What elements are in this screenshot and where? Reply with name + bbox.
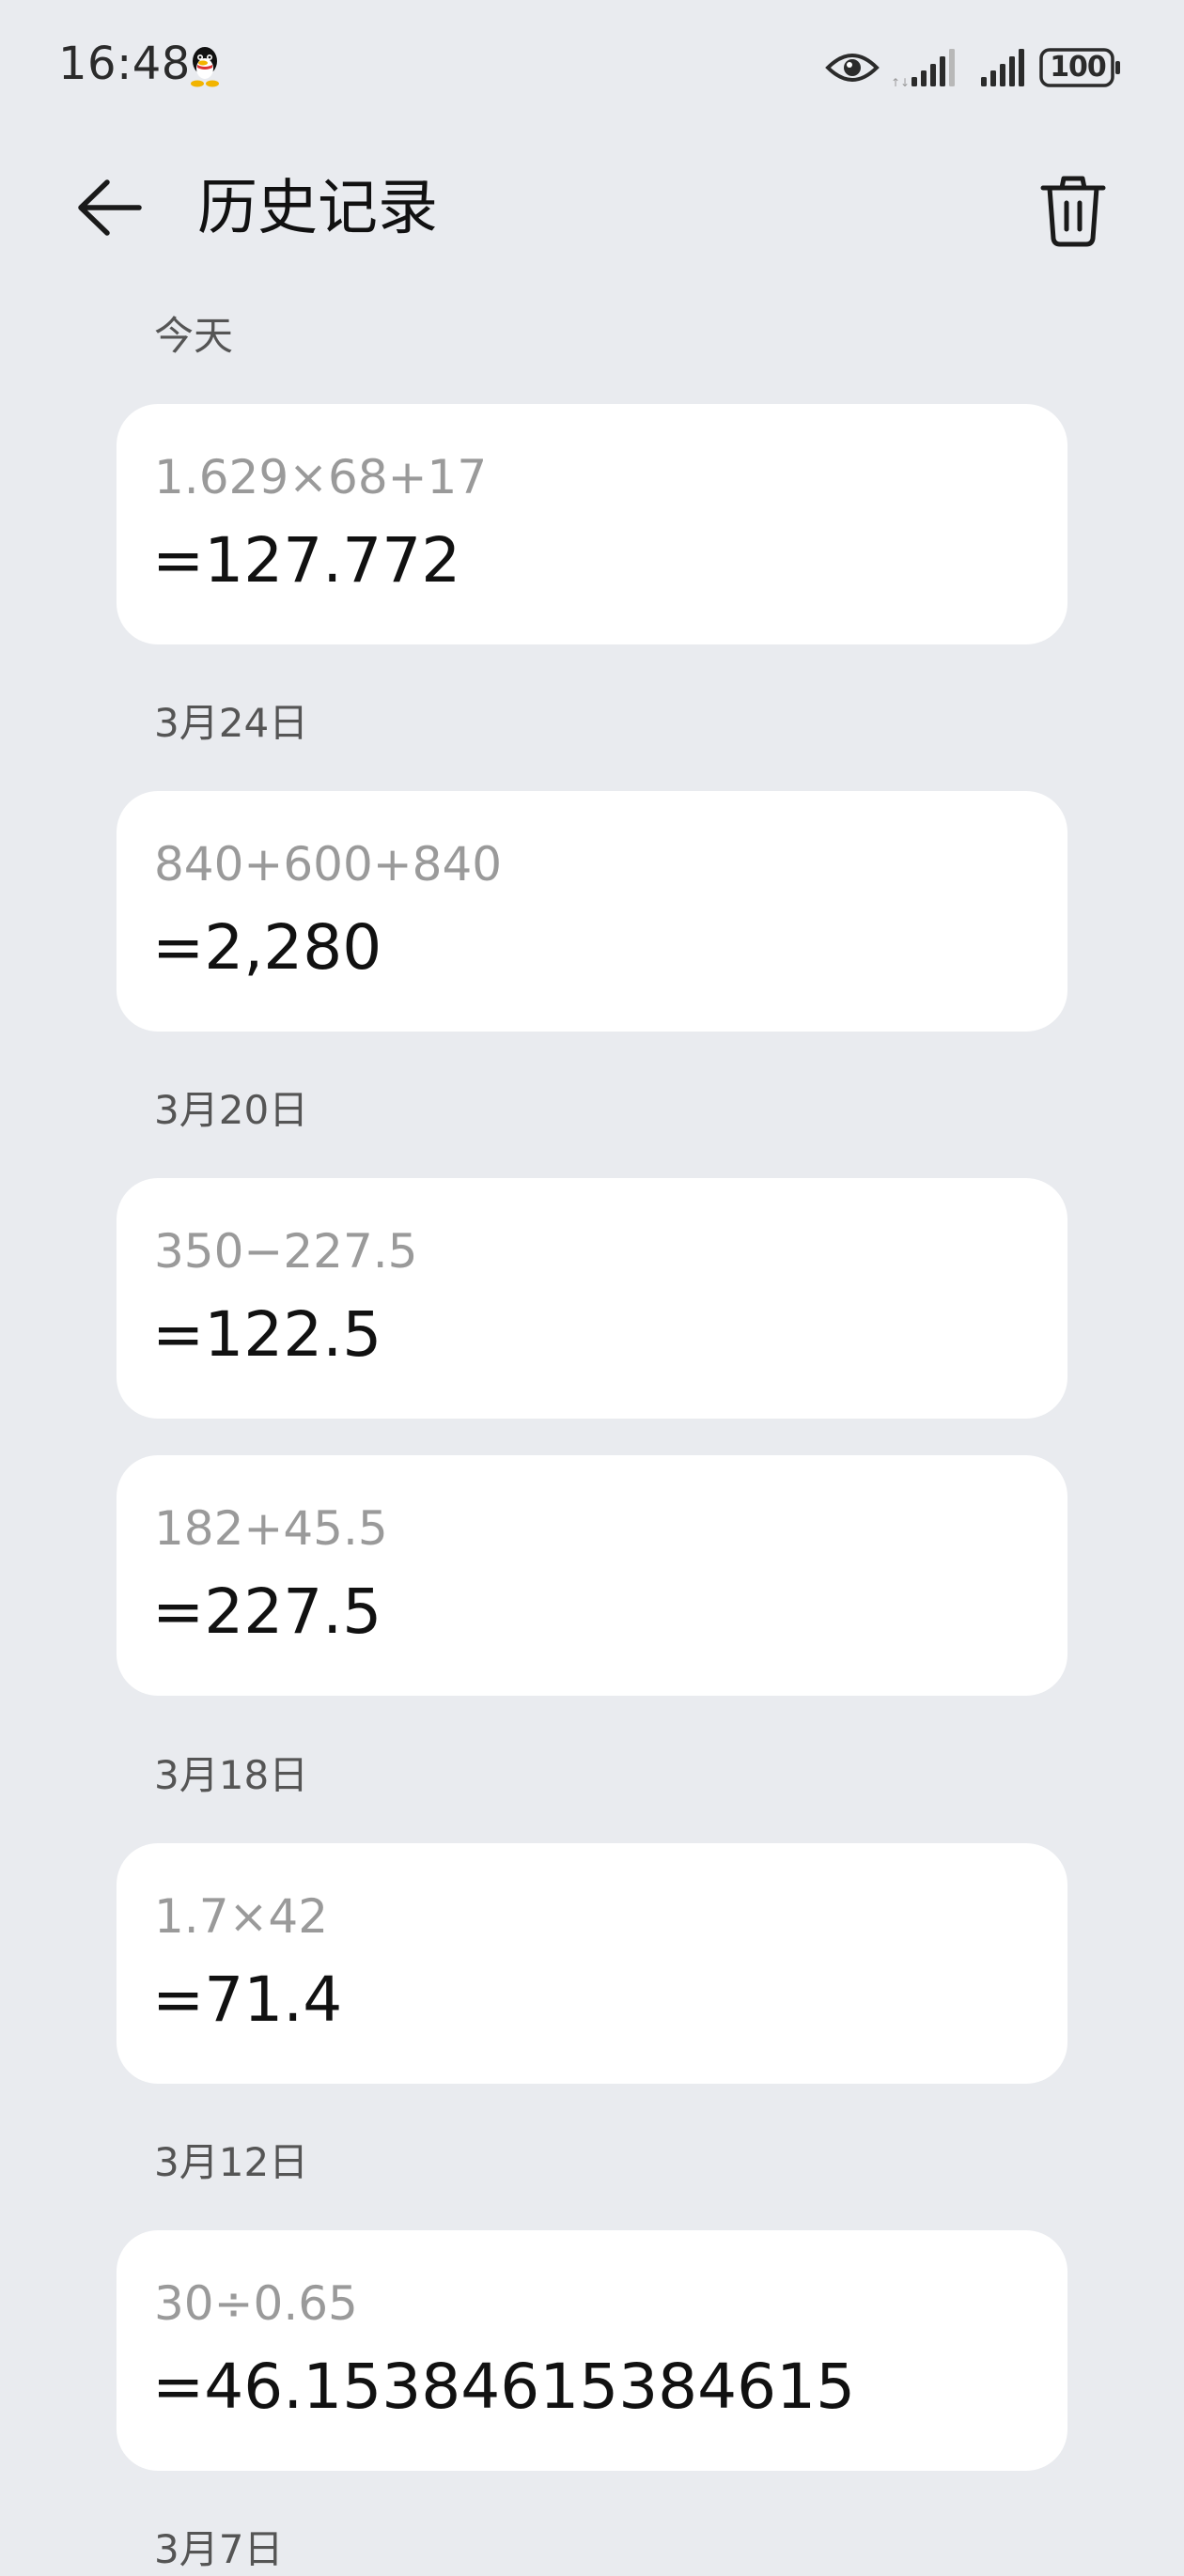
history-result: =227.5: [152, 1575, 382, 1648]
history-expression: 1.7×42: [154, 1889, 329, 1944]
history-list[interactable]: 今天 1.629×68+17 =127.772 3月24日 840+600+84…: [0, 0, 1184, 2572]
date-group-label: 3月24日: [154, 700, 309, 746]
history-entry[interactable]: 182+45.5 =227.5: [117, 1455, 1067, 1696]
history-expression: 350−227.5: [154, 1224, 418, 1279]
history-result: =122.5: [152, 1298, 382, 1371]
date-group-label: 3月12日: [154, 2139, 309, 2185]
history-entry[interactable]: 840+600+840 =2,280: [117, 791, 1067, 1032]
history-expression: 840+600+840: [154, 837, 503, 892]
date-group-label: 3月7日: [154, 2526, 284, 2572]
history-entry[interactable]: 350−227.5 =122.5: [117, 1178, 1067, 1419]
history-result: =2,280: [152, 911, 382, 984]
history-result: =127.772: [152, 524, 461, 597]
date-group-label: 今天: [154, 313, 234, 359]
history-entry[interactable]: 1.629×68+17 =127.772: [117, 404, 1067, 644]
date-group-label: 3月18日: [154, 1752, 309, 1798]
date-group-label: 3月20日: [154, 1087, 309, 1133]
history-expression: 30÷0.65: [154, 2276, 358, 2331]
history-expression: 182+45.5: [154, 1501, 388, 1556]
history-expression: 1.629×68+17: [154, 450, 488, 504]
history-result: =46.1538461538461​5: [152, 2351, 856, 2423]
history-result: =71.4: [152, 1963, 343, 2036]
history-entry[interactable]: 1.7×42 =71.4: [117, 1843, 1067, 2084]
history-entry[interactable]: 30÷0.65 =46.1538461538461​5: [117, 2230, 1067, 2471]
